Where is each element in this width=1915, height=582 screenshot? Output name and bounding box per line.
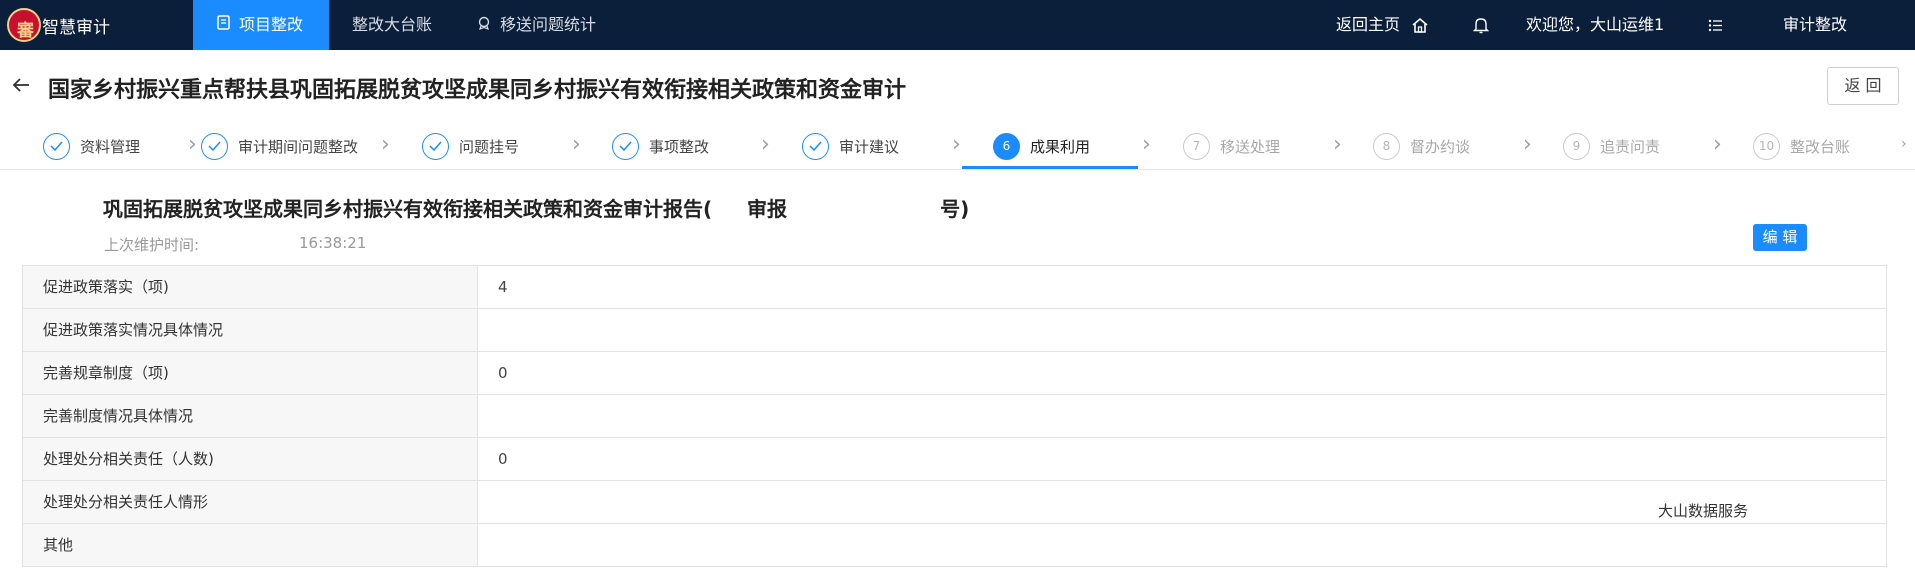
chevron-right-icon: › [761,132,770,157]
check-icon [422,132,449,160]
field-value [478,309,1886,351]
table-row: 完善规章制度（项) 0 [23,352,1886,395]
step-label: 问题挂号 [459,137,520,156]
step-label: 事项整改 [649,137,710,156]
nav-item-project-rectification[interactable]: 项目整改 [193,0,329,50]
nav-label: 项目整改 [239,15,304,34]
field-value: 4 [498,278,508,296]
field-label: 处理处分相关责任人情形 [23,481,478,523]
return-button[interactable]: 返 回 [1827,67,1899,105]
chevron-right-icon: › [1523,132,1532,157]
check-icon [612,132,639,160]
results-table: 促进政策落实（项) 4 促进政策落实情况具体情况 完善规章制度（项) 0 完善制… [22,265,1887,567]
home-label: 返回主页 [1336,15,1401,34]
maintenance-time-value: 16:38:21 [299,234,367,252]
field-label: 处理处分相关责任（人数) [23,438,478,480]
app-title: 智慧审计 [42,18,110,38]
check-icon [802,132,829,160]
chevron-right-icon: › [381,132,390,157]
field-value [478,395,1886,437]
bell-icon[interactable] [1472,0,1490,50]
field-value: 0 [498,364,508,382]
step-1[interactable]: 资料管理 [43,122,140,170]
table-row: 处理处分相关责任（人数) 0 [23,438,1886,481]
badge-icon [476,1,492,51]
top-navbar: 審 智慧审计 项目整改 整改大台账 移送问题统计 返回主页 欢迎您，大山运维1 … [0,0,1915,50]
step-label: 成果利用 [1030,137,1091,156]
field-label: 促进政策落实（项) [23,266,478,308]
maintenance-time-label: 上次维护时间: [104,236,200,254]
step-label: 移送处理 [1220,137,1281,156]
chevron-right-icon: › [952,132,961,157]
chevron-right-icon[interactable]: › [1901,136,1907,152]
table-row: 完善制度情况具体情况 [23,395,1886,438]
step-label: 资料管理 [80,137,141,156]
table-row: 促进政策落实（项) 4 [23,266,1886,309]
chevron-right-icon: › [1142,132,1151,157]
logo-icon: 審 [7,8,41,42]
check-icon [201,132,228,160]
document-icon [215,1,231,51]
step-number: 10 [1753,132,1780,160]
step-5[interactable]: 审计建议 [802,122,899,170]
check-icon [43,132,70,160]
welcome-text[interactable]: 欢迎您，大山运维1 [1526,0,1664,50]
table-row: 其他 [23,524,1886,567]
field-label: 完善制度情况具体情况 [23,395,478,437]
nav-item-transfer-stats[interactable]: 移送问题统计 [476,0,596,50]
step-3[interactable]: 问题挂号 [422,122,519,170]
step-label: 审计建议 [839,137,900,156]
step-bar: 资料管理 › 审计期间问题整改 › 问题挂号 › 事项整改 › 审计建议 › 6… [0,122,1915,170]
watermark-text: 大山数据服务 [1658,502,1749,520]
step-9[interactable]: 9 追责问责 [1563,122,1660,170]
back-arrow-icon[interactable] [10,74,32,96]
step-number: 8 [1373,132,1400,160]
module-label[interactable]: 审计整改 [1783,0,1847,50]
list-icon[interactable] [1708,0,1723,50]
step-6[interactable]: 6 成果利用 [993,122,1090,170]
home-icon [1411,15,1429,34]
nav-label: 整改大台账 [352,15,433,34]
step-label: 追责问责 [1600,137,1661,156]
field-label: 其他 [23,524,478,566]
chevron-right-icon: › [572,132,581,157]
step-number: 7 [1183,132,1210,160]
step-number: 9 [1563,132,1590,160]
field-label: 促进政策落实情况具体情况 [23,309,478,351]
nav-label: 移送问题统计 [500,15,597,34]
step-label: 审计期间问题整改 [238,137,359,156]
chevron-right-icon: › [1333,132,1342,157]
field-label: 完善规章制度（项) [23,352,478,394]
step-10[interactable]: 10 整改台账 [1753,122,1850,170]
home-link[interactable]: 返回主页 [1336,0,1429,50]
field-value: 0 [498,450,508,468]
report-title: 巩固拓展脱贫攻坚成果同乡村振兴有效衔接相关政策和资金审计报告( 审报 号) [103,197,970,221]
page-title: 国家乡村振兴重点帮扶县巩固拓展脱贫攻坚成果同乡村振兴有效衔接相关政策和资金审计 [48,78,907,103]
table-row: 处理处分相关责任人情形 [23,481,1886,524]
step-4[interactable]: 事项整改 [612,122,709,170]
step-label: 督办约谈 [1410,137,1471,156]
chevron-right-icon: › [1713,132,1722,157]
nav-item-ledger[interactable]: 整改大台账 [352,0,432,50]
step-8[interactable]: 8 督办约谈 [1373,122,1470,170]
step-7[interactable]: 7 移送处理 [1183,122,1280,170]
active-step-indicator [962,166,1138,169]
step-2[interactable]: 审计期间问题整改 [201,122,358,170]
step-label: 整改台账 [1790,137,1851,156]
edit-button[interactable]: 编 辑 [1753,224,1807,251]
table-row: 促进政策落实情况具体情况 [23,309,1886,352]
step-number: 6 [993,132,1020,160]
chevron-right-icon: › [188,132,197,157]
field-value [478,524,1886,566]
